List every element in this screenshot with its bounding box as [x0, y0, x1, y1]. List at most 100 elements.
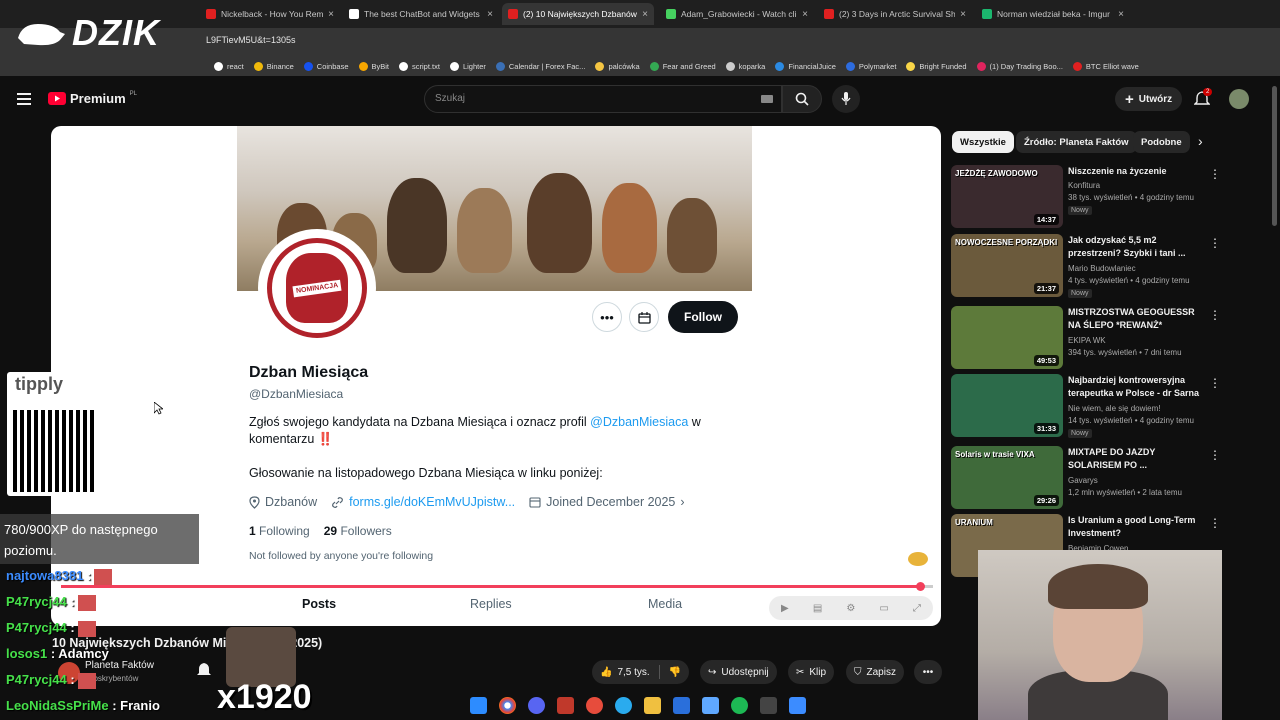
- recommended-video[interactable]: 49:53 MISTRZOSTWA GEOGUESSR NA ŚLEPO *REW…: [951, 306, 1271, 372]
- video-title[interactable]: Najbardziej kontrowersyjna terapeutka w …: [1068, 374, 1206, 400]
- tab-media[interactable]: Media: [648, 597, 682, 611]
- save-button[interactable]: ⛉ Zapisz: [846, 660, 904, 684]
- recommended-video[interactable]: 31:33 Najbardziej kontrowersyjna terapeut…: [951, 374, 1271, 440]
- tab-close-icon[interactable]: ×: [802, 9, 808, 20]
- bookmark-item[interactable]: koparka: [725, 61, 765, 71]
- video-progress-bar[interactable]: [61, 582, 933, 591]
- notepad-icon[interactable]: [789, 696, 806, 714]
- video-thumbnail[interactable]: JEŻDŻĘ ZAWODOWO 14:37: [951, 165, 1063, 228]
- tab-replies[interactable]: Replies: [470, 597, 512, 611]
- tools-icon[interactable]: [702, 696, 719, 714]
- bookmark-item[interactable]: script.txt: [399, 61, 440, 71]
- more-options-icon[interactable]: ⋮: [1209, 236, 1221, 250]
- fullscreen-icon[interactable]: ⤢: [913, 603, 921, 614]
- chip-related[interactable]: Podobne: [1133, 131, 1190, 153]
- subscribe-notify-button[interactable]: [629, 302, 659, 332]
- tab-close-icon[interactable]: ×: [960, 9, 966, 20]
- video-title[interactable]: Is Uranium a good Long-Term Investment?: [1068, 514, 1206, 540]
- autoplay-icon[interactable]: ▶: [781, 603, 789, 614]
- profile-link[interactable]: forms.gle/doKEmMvUJpistw...: [331, 495, 515, 509]
- address-bar[interactable]: [0, 28, 1280, 56]
- ccleaner-icon[interactable]: [673, 696, 690, 714]
- browser-tab[interactable]: Nickelback - How You Remi ×: [200, 3, 340, 25]
- more-actions-button[interactable]: •••: [914, 660, 942, 684]
- youtube-logo[interactable]: Premium PL: [48, 91, 137, 106]
- tab-close-icon[interactable]: ×: [328, 9, 334, 20]
- recommended-video[interactable]: NOWOCZESNE PORZĄDKI 21:37 Jak odzyskać 5,5…: [951, 234, 1271, 300]
- browser-tab[interactable]: (2) 10 Największych Dzbanów ×: [502, 3, 654, 25]
- more-options-icon[interactable]: ⋮: [1209, 448, 1221, 462]
- search-button[interactable]: [782, 85, 822, 113]
- video-channel[interactable]: EKIPA WK: [1068, 336, 1106, 345]
- telegram-icon[interactable]: [615, 696, 632, 714]
- bookmark-item[interactable]: Fear and Greed: [649, 61, 716, 71]
- tab-posts[interactable]: Posts: [302, 597, 336, 611]
- chevron-right-icon[interactable]: ›: [680, 495, 684, 509]
- chip-all[interactable]: Wszystkie: [952, 131, 1014, 153]
- browser-tab[interactable]: Norman wiedział beka - Imgur ×: [976, 3, 1130, 25]
- folder-icon[interactable]: [644, 696, 661, 714]
- recommended-video[interactable]: Solaris w trasie VIXA 29:26 MIXTAPE DO JAZ…: [951, 446, 1271, 512]
- bookmark-item[interactable]: Bright Funded: [906, 61, 967, 71]
- video-channel[interactable]: Konfitura: [1068, 181, 1100, 190]
- video-title[interactable]: Niszczenie na życzenie: [1068, 165, 1206, 178]
- browser-tab[interactable]: Adam_Grabowiecki - Watch cli ×: [660, 3, 814, 25]
- video-title[interactable]: MISTRZOSTWA GEOGUESSR NA ŚLEPO *REWANŻ*: [1068, 306, 1206, 332]
- video-thumbnail[interactable]: 49:53: [951, 306, 1063, 369]
- bell-icon[interactable]: [196, 662, 212, 683]
- avatar[interactable]: [1229, 89, 1249, 109]
- tab-close-icon[interactable]: ×: [1118, 9, 1124, 20]
- video-channel[interactable]: Mario Budowlaniec: [1068, 264, 1136, 273]
- bookmark-item[interactable]: Lighter: [449, 61, 486, 71]
- channel-name[interactable]: Planeta Faktów: [85, 660, 154, 671]
- app-icon[interactable]: [557, 696, 574, 714]
- url-text[interactable]: L9FTievM5U&t=1305s: [206, 35, 295, 45]
- theater-icon[interactable]: ▭: [879, 603, 888, 614]
- scrollbar[interactable]: [1272, 86, 1277, 226]
- discord-icon[interactable]: [528, 696, 545, 714]
- notifications-button[interactable]: 2: [1193, 88, 1213, 112]
- tab-close-icon[interactable]: ×: [642, 9, 648, 20]
- search-input[interactable]: Szukaj: [424, 85, 782, 113]
- more-options-icon[interactable]: ⋮: [1209, 376, 1221, 390]
- windows-start-icon[interactable]: [470, 696, 487, 714]
- follow-button[interactable]: Follow: [668, 301, 738, 333]
- bookmark-item[interactable]: Binance: [253, 61, 294, 71]
- video-thumbnail[interactable]: NOWOCZESNE PORZĄDKI 21:37: [951, 234, 1063, 297]
- progress-scrubber[interactable]: [915, 582, 925, 591]
- subtitles-icon[interactable]: ▤: [813, 603, 822, 614]
- browser-tab[interactable]: (2) 3 Days in Arctic Survival She ×: [818, 3, 972, 25]
- chrome-icon[interactable]: [499, 696, 516, 714]
- tab-close-icon[interactable]: ×: [487, 9, 493, 20]
- bookmark-item[interactable]: FinancialJuice: [775, 61, 836, 71]
- chip-source[interactable]: Źródło: Planeta Faktów: [1016, 131, 1137, 153]
- bio-mention-link[interactable]: @DzbanMiesiaca: [590, 415, 688, 429]
- chevron-right-icon[interactable]: ›: [1198, 133, 1203, 149]
- share-button[interactable]: ↪ Udostępnij: [700, 660, 777, 684]
- like-button[interactable]: 👍 7,5 tys. 👎: [592, 660, 690, 684]
- more-options-icon[interactable]: ⋮: [1209, 167, 1221, 181]
- spotify-icon[interactable]: [731, 696, 748, 714]
- create-button[interactable]: + Utwórz: [1115, 87, 1183, 111]
- settings-icon[interactable]: ⚙: [846, 603, 855, 614]
- video-channel[interactable]: Gavarys: [1068, 476, 1098, 485]
- following-count[interactable]: 1 Following: [249, 524, 310, 538]
- bookmark-item[interactable]: ByBit: [358, 61, 389, 71]
- bookmark-item[interactable]: react: [214, 61, 244, 71]
- more-options-icon[interactable]: ⋮: [1209, 308, 1221, 322]
- voice-search-button[interactable]: [832, 85, 860, 113]
- profile-picture[interactable]: NOMINACJA: [258, 229, 376, 347]
- recording-app-icon[interactable]: [586, 696, 603, 714]
- profile-link-text[interactable]: forms.gle/doKEmMvUJpistw...: [349, 495, 515, 509]
- bookmark-item[interactable]: BTC Elliot wave: [1072, 61, 1139, 71]
- bookmark-item[interactable]: palcówka: [595, 61, 640, 71]
- more-options-button[interactable]: •••: [592, 302, 622, 332]
- keyboard-icon[interactable]: [761, 95, 773, 103]
- browser-tab[interactable]: The best ChatBot and Widgets ×: [343, 3, 499, 25]
- recommended-video[interactable]: JEŻDŻĘ ZAWODOWO 14:37 Niszczenie na życzen…: [951, 165, 1271, 231]
- bookmark-item[interactable]: Coinbase: [303, 61, 349, 71]
- obs-icon[interactable]: [760, 696, 777, 714]
- followers-count[interactable]: 29 Followers: [324, 524, 392, 538]
- bookmark-item[interactable]: Calendar | Forex Fac...: [495, 61, 585, 71]
- bookmark-item[interactable]: Polymarket: [845, 61, 896, 71]
